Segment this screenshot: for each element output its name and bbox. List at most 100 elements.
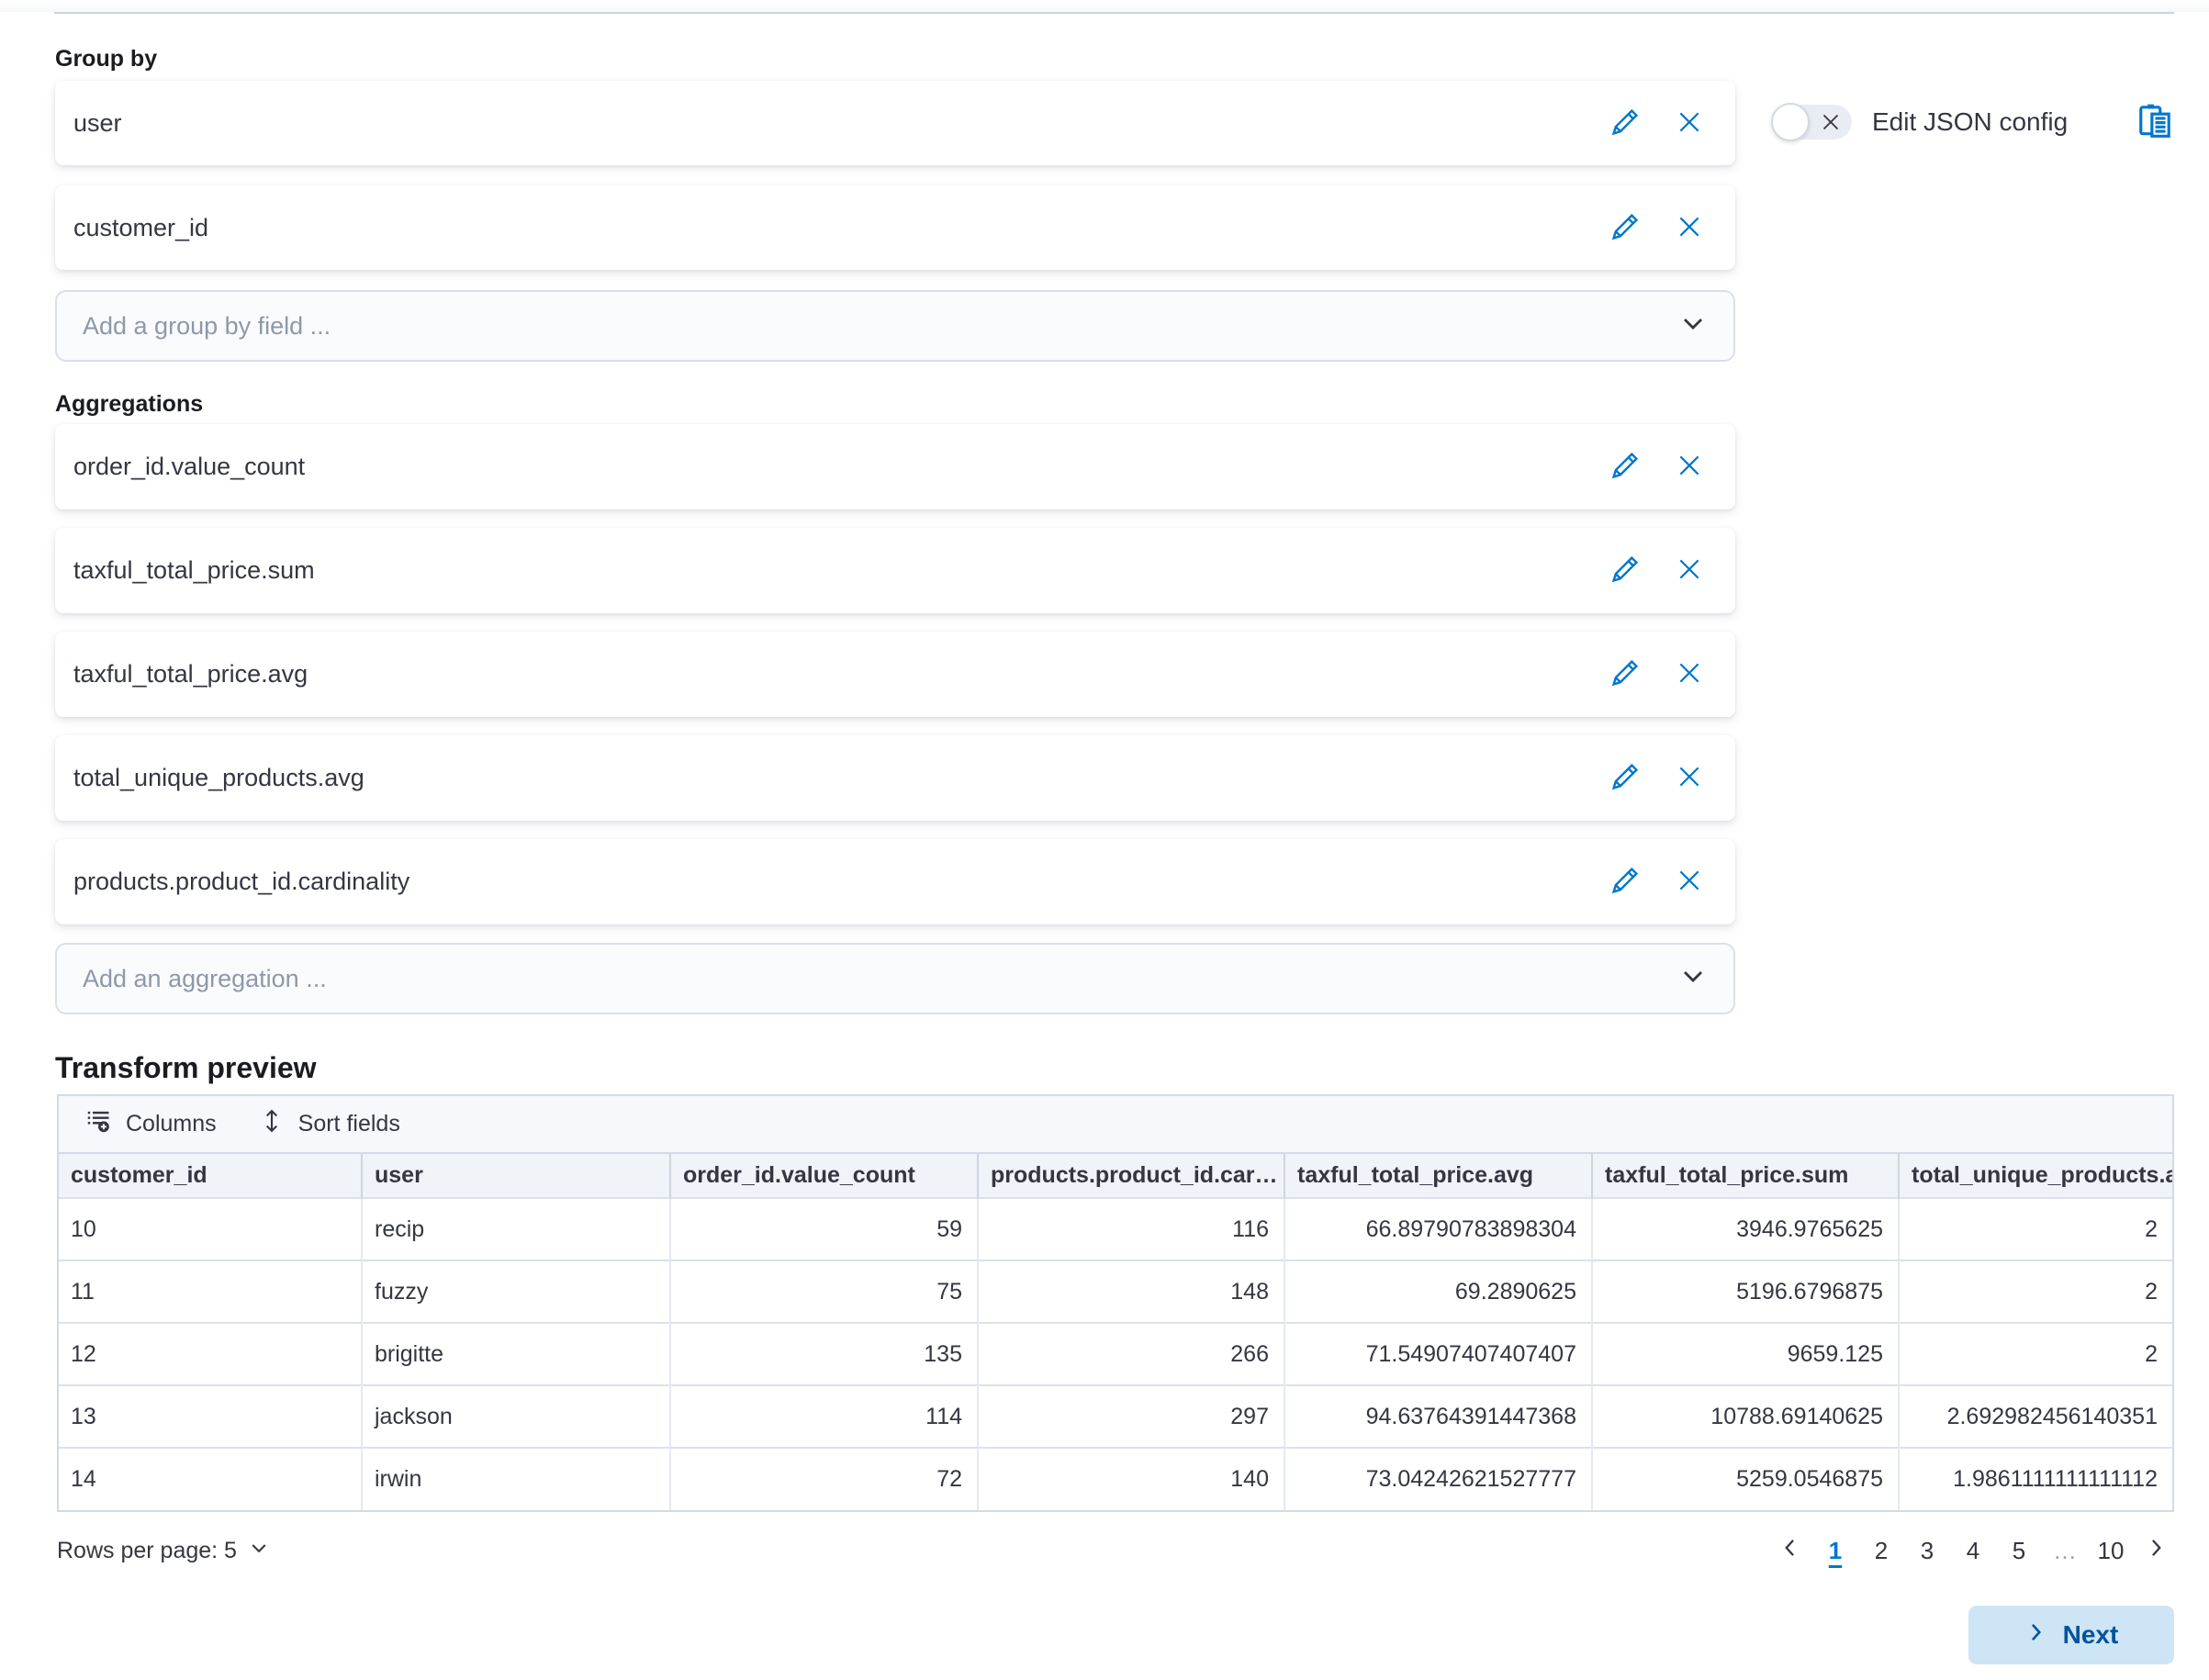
aggregation-item-label: products.product_id.cardinality bbox=[73, 868, 409, 896]
cell-unique-products-avg: 2.692982456140351 bbox=[1899, 1385, 2172, 1448]
column-header[interactable]: taxful_total_price.sum bbox=[1592, 1154, 1899, 1198]
sort-fields-button[interactable]: Sort fields bbox=[259, 1108, 400, 1140]
pencil-icon bbox=[1611, 659, 1639, 689]
aggregation-item: total_unique_products.avg bbox=[55, 735, 1735, 821]
pencil-icon bbox=[1611, 555, 1639, 586]
up-down-arrow-icon bbox=[259, 1108, 285, 1140]
cell-price-avg: 66.89790783898304 bbox=[1284, 1198, 1592, 1260]
cell-order-count: 135 bbox=[670, 1323, 978, 1385]
next-step-button[interactable]: Next bbox=[1968, 1606, 2174, 1664]
add-group-by-placeholder: Add a group by field ... bbox=[83, 312, 331, 341]
pencil-icon bbox=[1611, 867, 1639, 897]
edit-aggregation-button[interactable] bbox=[1610, 556, 1640, 586]
edit-aggregation-button[interactable] bbox=[1610, 453, 1640, 482]
cell-price-sum: 5259.0546875 bbox=[1592, 1448, 1899, 1510]
cell-user: irwin bbox=[362, 1448, 670, 1510]
add-group-by-field-select[interactable]: Add a group by field ... bbox=[55, 290, 1735, 362]
cell-price-sum: 3946.9765625 bbox=[1592, 1198, 1899, 1260]
transform-preview-title: Transform preview bbox=[55, 1051, 2174, 1085]
next-page-button[interactable] bbox=[2139, 1530, 2174, 1571]
cell-product-cardinality: 148 bbox=[978, 1260, 1284, 1323]
pencil-icon bbox=[1611, 108, 1639, 139]
item-actions bbox=[1610, 453, 1704, 482]
sort-fields-button-label: Sort fields bbox=[298, 1111, 400, 1137]
edit-aggregation-button[interactable] bbox=[1610, 868, 1640, 897]
remove-aggregation-button[interactable] bbox=[1675, 556, 1704, 586]
cross-icon bbox=[1676, 660, 1702, 689]
toggle-off-x-icon bbox=[1820, 111, 1842, 133]
item-actions bbox=[1610, 108, 1704, 138]
add-aggregation-select[interactable]: Add an aggregation ... bbox=[55, 943, 1735, 1014]
pencil-icon bbox=[1611, 452, 1639, 482]
columns-button-label: Columns bbox=[126, 1111, 217, 1137]
table-row: 14 irwin 72 140 73.04242621527777 5259.0… bbox=[59, 1448, 2172, 1510]
edit-aggregation-button[interactable] bbox=[1610, 660, 1640, 689]
column-header[interactable]: products.product_id.car… bbox=[978, 1154, 1284, 1198]
list-add-icon bbox=[86, 1108, 112, 1140]
chevron-down-icon bbox=[1678, 308, 1708, 344]
page-button-4[interactable]: 4 bbox=[1956, 1530, 1990, 1571]
next-button-label: Next bbox=[2063, 1620, 2119, 1650]
page-button-3[interactable]: 3 bbox=[1910, 1530, 1945, 1571]
page-button-10[interactable]: 10 bbox=[2093, 1530, 2128, 1571]
aggregation-item: order_id.value_count bbox=[55, 424, 1735, 510]
pencil-icon bbox=[1611, 213, 1639, 243]
aggregation-item-label: order_id.value_count bbox=[73, 453, 305, 481]
config-left-column: Group by user customer_id bbox=[55, 14, 1735, 1014]
cell-user: fuzzy bbox=[362, 1260, 670, 1323]
column-header[interactable]: user bbox=[362, 1154, 670, 1198]
cell-product-cardinality: 116 bbox=[978, 1198, 1284, 1260]
toggle-knob bbox=[1771, 103, 1810, 141]
chevron-right-icon bbox=[2024, 1620, 2048, 1651]
page-button-1[interactable]: 1 bbox=[1818, 1530, 1853, 1571]
table-row: 12 brigitte 135 266 71.54907407407407 96… bbox=[59, 1323, 2172, 1385]
aggregation-item-label: taxful_total_price.sum bbox=[73, 556, 315, 585]
cell-user: recip bbox=[362, 1198, 670, 1260]
remove-aggregation-button[interactable] bbox=[1675, 868, 1704, 897]
columns-button[interactable]: Columns bbox=[86, 1108, 217, 1140]
clipboard-icon bbox=[2136, 101, 2174, 142]
wizard-footer: Next bbox=[0, 1606, 2174, 1664]
cell-user: brigitte bbox=[362, 1323, 670, 1385]
group-by-item: customer_id bbox=[55, 185, 1735, 270]
cell-unique-products-avg: 2 bbox=[1899, 1260, 2172, 1323]
json-config-row: Edit JSON config bbox=[1772, 101, 2174, 142]
cell-price-avg: 94.63764391447368 bbox=[1284, 1385, 1592, 1448]
remove-aggregation-button[interactable] bbox=[1675, 660, 1704, 689]
edit-group-by-button[interactable] bbox=[1610, 108, 1640, 138]
group-by-label: Group by bbox=[55, 46, 1735, 72]
edit-aggregation-button[interactable] bbox=[1610, 764, 1640, 793]
previous-page-button[interactable] bbox=[1772, 1530, 1807, 1571]
cell-user: jackson bbox=[362, 1385, 670, 1448]
column-header[interactable]: customer_id bbox=[59, 1154, 362, 1198]
cross-icon bbox=[1676, 556, 1702, 585]
remove-aggregation-button[interactable] bbox=[1675, 764, 1704, 793]
cell-customer-id: 14 bbox=[59, 1448, 362, 1510]
chevron-left-icon bbox=[1777, 1536, 1801, 1566]
column-header[interactable]: taxful_total_price.avg bbox=[1284, 1154, 1592, 1198]
remove-group-by-button[interactable] bbox=[1675, 108, 1704, 138]
remove-aggregation-button[interactable] bbox=[1675, 453, 1704, 482]
aggregation-item: taxful_total_price.sum bbox=[55, 528, 1735, 613]
rows-per-page-button[interactable]: Rows per page: 5 bbox=[57, 1537, 270, 1565]
cell-price-avg: 69.2890625 bbox=[1284, 1260, 1592, 1323]
page-button-2[interactable]: 2 bbox=[1864, 1530, 1899, 1571]
copy-json-button[interactable] bbox=[2136, 101, 2174, 142]
edit-json-config-label: Edit JSON config bbox=[1872, 107, 2068, 137]
top-shadow bbox=[0, 0, 2209, 12]
aggregation-item-label: taxful_total_price.avg bbox=[73, 660, 308, 689]
edit-group-by-button[interactable] bbox=[1610, 213, 1640, 242]
edit-json-config-toggle[interactable] bbox=[1772, 105, 1852, 140]
cell-order-count: 72 bbox=[670, 1448, 978, 1510]
cell-customer-id: 10 bbox=[59, 1198, 362, 1260]
cell-product-cardinality: 266 bbox=[978, 1323, 1284, 1385]
column-header[interactable]: total_unique_products.a… bbox=[1899, 1154, 2172, 1198]
add-aggregation-placeholder: Add an aggregation ... bbox=[83, 965, 327, 993]
remove-group-by-button[interactable] bbox=[1675, 213, 1704, 242]
cell-price-sum: 5196.6796875 bbox=[1592, 1260, 1899, 1323]
cell-price-sum: 10788.69140625 bbox=[1592, 1385, 1899, 1448]
page-button-5[interactable]: 5 bbox=[2002, 1530, 2036, 1571]
cross-icon bbox=[1676, 764, 1702, 792]
column-header[interactable]: order_id.value_count bbox=[670, 1154, 978, 1198]
table-row: 13 jackson 114 297 94.63764391447368 107… bbox=[59, 1385, 2172, 1448]
